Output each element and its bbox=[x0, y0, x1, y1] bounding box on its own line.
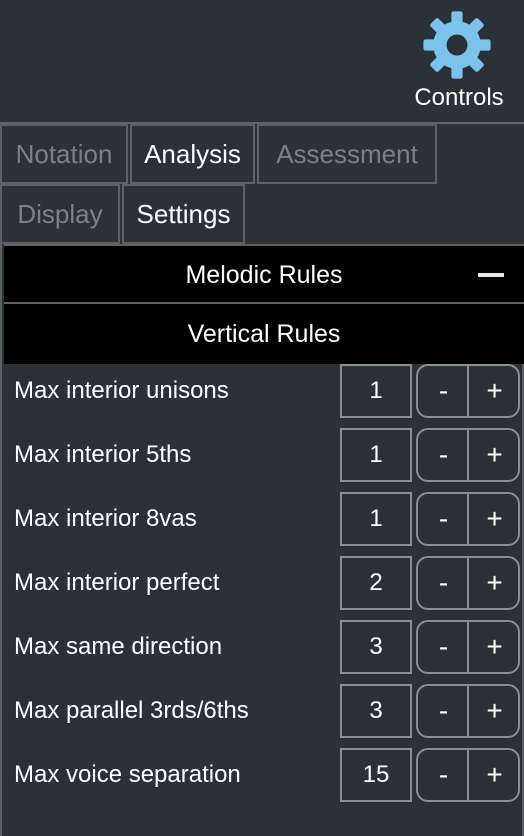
rule-stepper: - + bbox=[416, 748, 520, 802]
rule-stepper: - + bbox=[416, 620, 520, 674]
increment-button[interactable]: + bbox=[469, 494, 520, 544]
decrement-button[interactable]: - bbox=[418, 494, 469, 544]
settings-panel: Melodic Rules Vertical Rules Max interio… bbox=[0, 244, 524, 836]
controls-button[interactable]: Controls bbox=[400, 6, 518, 114]
minus-icon[interactable] bbox=[478, 273, 504, 277]
rule-stepper: - + bbox=[416, 364, 520, 418]
rule-stepper: - + bbox=[416, 428, 520, 482]
header: Controls bbox=[0, 0, 524, 122]
decrement-button[interactable]: - bbox=[418, 430, 469, 480]
rule-row: Max interior perfect 2 - + bbox=[2, 556, 524, 620]
increment-button[interactable]: + bbox=[469, 366, 520, 416]
rule-row: Max interior 5ths 1 - + bbox=[2, 428, 524, 492]
controls-label: Controls bbox=[414, 84, 504, 111]
melodic-rules-header[interactable]: Melodic Rules bbox=[4, 244, 524, 304]
rule-label: Max interior unisons bbox=[14, 377, 229, 404]
rule-row: Max interior 8vas 1 - + bbox=[2, 492, 524, 556]
rule-value[interactable]: 2 bbox=[340, 556, 412, 610]
rule-label: Max voice separation bbox=[14, 761, 241, 788]
rule-label: Max same direction bbox=[14, 633, 223, 660]
increment-button[interactable]: + bbox=[469, 430, 520, 480]
gear-icon bbox=[423, 11, 491, 79]
decrement-button[interactable]: - bbox=[418, 622, 469, 672]
increment-button[interactable]: + bbox=[469, 558, 520, 608]
rule-label: Max parallel 3rds/6ths bbox=[14, 697, 249, 724]
rule-row: Max parallel 3rds/6ths 3 - + bbox=[2, 684, 524, 748]
rule-row: Max interior unisons 1 - + bbox=[2, 364, 524, 428]
rule-value[interactable]: 1 bbox=[340, 492, 412, 546]
decrement-button[interactable]: - bbox=[418, 366, 469, 416]
rule-label: Max interior 5ths bbox=[14, 441, 192, 468]
tab-settings[interactable]: Settings bbox=[122, 184, 245, 244]
increment-button[interactable]: + bbox=[469, 686, 520, 736]
vertical-rules-header[interactable]: Vertical Rules bbox=[4, 304, 524, 364]
decrement-button[interactable]: - bbox=[418, 750, 469, 800]
tab-notation[interactable]: Notation bbox=[0, 124, 128, 184]
rule-stepper: - + bbox=[416, 684, 520, 738]
rule-value[interactable]: 3 bbox=[340, 684, 412, 738]
increment-button[interactable]: + bbox=[469, 622, 520, 672]
decrement-button[interactable]: - bbox=[418, 686, 469, 736]
rule-value[interactable]: 3 bbox=[340, 620, 412, 674]
increment-button[interactable]: + bbox=[469, 750, 520, 800]
rule-stepper: - + bbox=[416, 492, 520, 546]
rule-stepper: - + bbox=[416, 556, 520, 610]
vertical-rules-title: Vertical Rules bbox=[187, 320, 341, 348]
rule-value[interactable]: 1 bbox=[340, 428, 412, 482]
tab-assessment[interactable]: Assessment bbox=[257, 124, 437, 184]
decrement-button[interactable]: - bbox=[418, 558, 469, 608]
rule-row: Max voice separation 15 - + bbox=[2, 748, 524, 812]
rule-label: Max interior perfect bbox=[14, 569, 220, 596]
rule-value[interactable]: 1 bbox=[340, 364, 412, 418]
rule-row: Max same direction 3 - + bbox=[2, 620, 524, 684]
tab-analysis[interactable]: Analysis bbox=[130, 124, 255, 184]
rule-value[interactable]: 15 bbox=[340, 748, 412, 802]
melodic-rules-title: Melodic Rules bbox=[185, 261, 343, 289]
rule-label: Max interior 8vas bbox=[14, 505, 197, 532]
tab-display[interactable]: Display bbox=[0, 184, 120, 244]
